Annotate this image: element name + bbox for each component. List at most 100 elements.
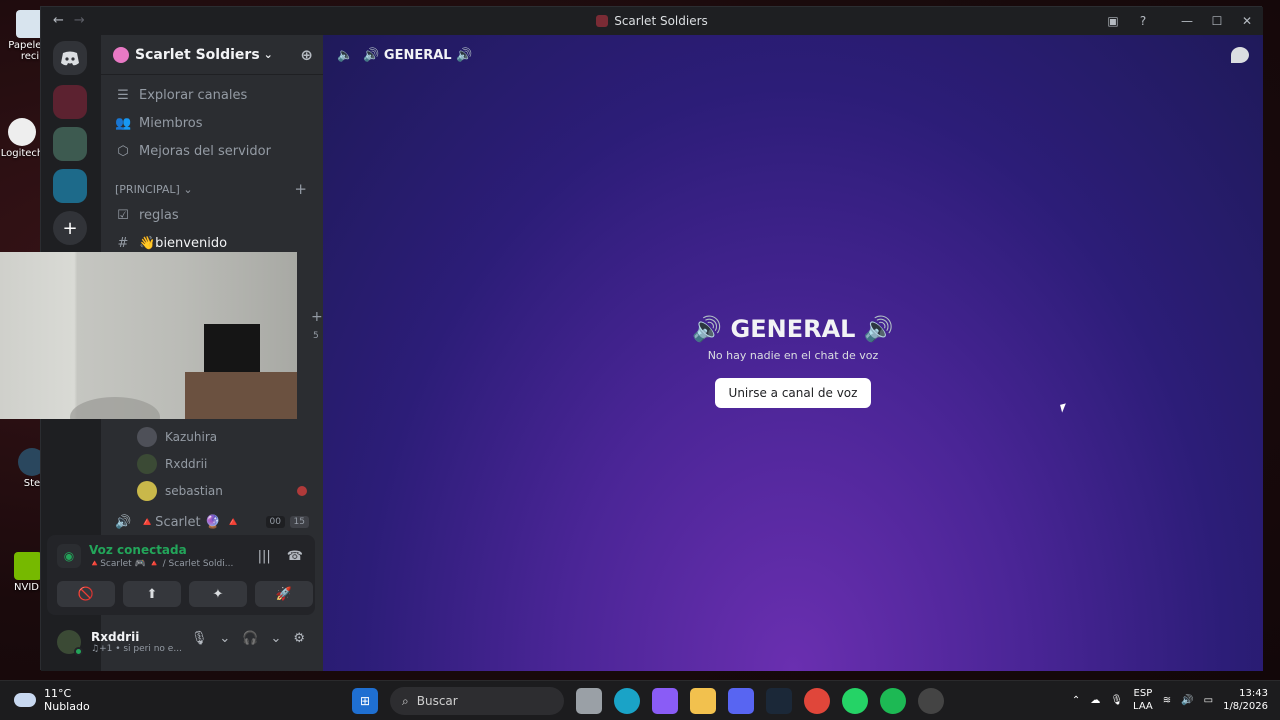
category-label: [PRINCIPAL] ⌄ (115, 182, 193, 196)
nav-label: Mejoras del servidor (139, 143, 271, 159)
language-indicator[interactable]: ESP LAA (1133, 687, 1153, 713)
webcam-desk (185, 372, 297, 419)
voice-location[interactable]: 🔺Scarlet 🎮 🔺 / Scarlet Soldi... (89, 559, 233, 569)
join-voice-button[interactable]: Unirse a canal de voz (714, 378, 872, 408)
empty-voice-state: 🔊 GENERAL 🔊 No hay nadie en el chat de v… (323, 315, 1263, 408)
headphones-icon[interactable]: 🎧 (242, 631, 258, 646)
copilot-icon[interactable] (652, 688, 678, 714)
weather-temp: 11°C (44, 687, 72, 700)
voice-channel-scarlet[interactable]: 🔊 🔺Scarlet 🔮 🔺 00 15 (101, 508, 323, 536)
spotify-icon[interactable] (880, 688, 906, 714)
avatar (137, 426, 157, 447)
screen-share-button[interactable]: ⬆ (123, 581, 181, 607)
speaker-icon: 🔊 (115, 514, 132, 530)
weather-desc: Nublado (44, 700, 90, 713)
members-icon: 👥 (115, 115, 132, 131)
disconnect-icon[interactable]: ☎ (287, 549, 303, 564)
system-tray: ⌃ ☁ 🎙 ESP LAA ≋ 🔊 ▭ 13:43 1/8/2026 (1072, 687, 1268, 713)
time: 13:43 (1239, 688, 1268, 699)
gear-icon[interactable]: ⚙ (293, 631, 305, 646)
clock[interactable]: 13:43 1/8/2026 (1223, 687, 1268, 713)
voice-count-a: 00 (265, 516, 285, 528)
soundboard-button[interactable]: 🚀 (255, 581, 313, 607)
hash-icon: # (117, 235, 129, 251)
chevron-down-icon[interactable]: ⌄ (270, 631, 281, 646)
chevron-down-icon[interactable]: ⌄ (219, 631, 230, 646)
nav-members[interactable]: 👥 Miembros (101, 109, 323, 137)
help-icon[interactable]: ? (1131, 11, 1155, 31)
maximize-button[interactable]: ☐ (1205, 11, 1229, 31)
battery-icon[interactable]: ▭ (1204, 695, 1213, 706)
lang-a: ESP (1133, 688, 1153, 699)
nav-server-boosts[interactable]: ⬡ Mejoras del servidor (101, 137, 323, 165)
server-icon-3[interactable] (53, 169, 87, 203)
noise-suppression-icon[interactable]: ||| (258, 549, 271, 564)
user-panel: Rxddrii ♫+1 • si peri no e... 🎙 ⌄ 🎧 ⌄ ⚙ (47, 619, 315, 665)
date: 1/8/2026 (1223, 701, 1268, 712)
server-icon-2[interactable] (53, 127, 87, 161)
tray-app-icon[interactable]: ☁ (1090, 695, 1100, 706)
add-channel-icon[interactable]: + (294, 180, 307, 198)
server-scarlet-soldiers-icon[interactable] (53, 85, 87, 119)
windows-start-icon[interactable]: ⊞ (352, 688, 378, 714)
logitech-icon[interactable]: Logitech (0, 118, 44, 159)
user-name: Rxddrii (91, 630, 140, 644)
lang-b: LAA (1133, 701, 1153, 712)
server-name: Scarlet Soldiers (135, 46, 260, 63)
channel-label: 🔺Scarlet 🔮 🔺 (139, 514, 242, 530)
discord-taskbar-icon[interactable] (728, 688, 754, 714)
chrome-icon[interactable] (804, 688, 830, 714)
channel-header: 🔈 🔊 GENERAL 🔊 (323, 35, 1263, 75)
member-rxddrii[interactable]: Rxddrii (101, 450, 323, 477)
voice-connection-panel: ◉ Voz conectada 🔺Scarlet 🎮 🔺 / Scarlet S… (47, 535, 315, 615)
task-view-icon[interactable] (576, 688, 602, 714)
taskbar-apps: ⊞ ⌕ Buscar (352, 687, 944, 715)
desktop-icon-label: NVIDI (14, 582, 42, 593)
wifi-icon[interactable]: ≋ (1163, 695, 1171, 706)
activities-button[interactable]: ✦ (189, 581, 247, 607)
voice-status: Voz conectada (89, 543, 187, 557)
voice-count-b: 15 (289, 516, 309, 528)
empty-voice-text: No hay nadie en el chat de voz (707, 349, 879, 362)
edge-icon[interactable] (614, 688, 640, 714)
member-kazuhira[interactable]: Kazuhira (101, 423, 323, 450)
file-explorer-icon[interactable] (690, 688, 716, 714)
channel-reglas[interactable]: ☑ reglas (101, 201, 323, 229)
app-icon[interactable] (918, 688, 944, 714)
minimize-button[interactable]: — (1175, 11, 1199, 31)
nav-explore-channels[interactable]: ☰ Explorar canales (101, 81, 323, 109)
inbox-icon[interactable]: ▣ (1101, 11, 1125, 31)
chat-bubble-icon[interactable] (1231, 47, 1249, 63)
user-status: ♫+1 • si peri no e... (91, 644, 182, 654)
weather-widget[interactable]: 11°C Nublado (14, 687, 90, 713)
server-header[interactable]: Scarlet Soldiers ⌄ ⊕ (101, 35, 323, 75)
camera-off-button[interactable]: 🚫 (57, 581, 115, 607)
search-box[interactable]: ⌕ Buscar (390, 687, 564, 715)
desktop-icon-label: Ste (23, 478, 41, 489)
discord-home-icon[interactable] (53, 41, 87, 75)
whatsapp-icon[interactable] (842, 688, 868, 714)
member-sebastian[interactable]: sebastian (101, 477, 323, 504)
add-server-icon[interactable]: + (53, 211, 87, 245)
category-principal[interactable]: [PRINCIPAL] ⌄ + (101, 177, 323, 201)
cloud-icon (14, 693, 36, 707)
speaker-icon: 🔈 (337, 47, 354, 63)
hidden-badge: 5 (313, 331, 319, 341)
boost-icon: ⬡ (117, 143, 129, 159)
chevron-down-icon: ⌄ (263, 48, 273, 61)
volume-icon[interactable]: 🔊 (1181, 695, 1193, 706)
server-badge-icon (113, 46, 129, 63)
avatar[interactable] (57, 630, 83, 656)
close-button[interactable]: ✕ (1235, 11, 1259, 31)
hidden-plus-icon[interactable]: + (311, 309, 323, 325)
window-title: Scarlet Soldiers (614, 14, 708, 28)
person-add-icon[interactable]: ⊕ (300, 46, 313, 64)
titlebar: ← → Scarlet Soldiers ▣ ? — ☐ ✕ (41, 7, 1263, 35)
microphone-icon[interactable]: 🎙 (191, 631, 208, 646)
microphone-icon[interactable]: 🎙 (1110, 695, 1123, 706)
steam-icon[interactable] (766, 688, 792, 714)
signal-icon[interactable]: ◉ (57, 544, 81, 568)
desktop-icon-label: Logitech (0, 148, 44, 159)
webcam-monitor (204, 324, 260, 372)
chevron-up-icon[interactable]: ⌃ (1072, 695, 1080, 706)
